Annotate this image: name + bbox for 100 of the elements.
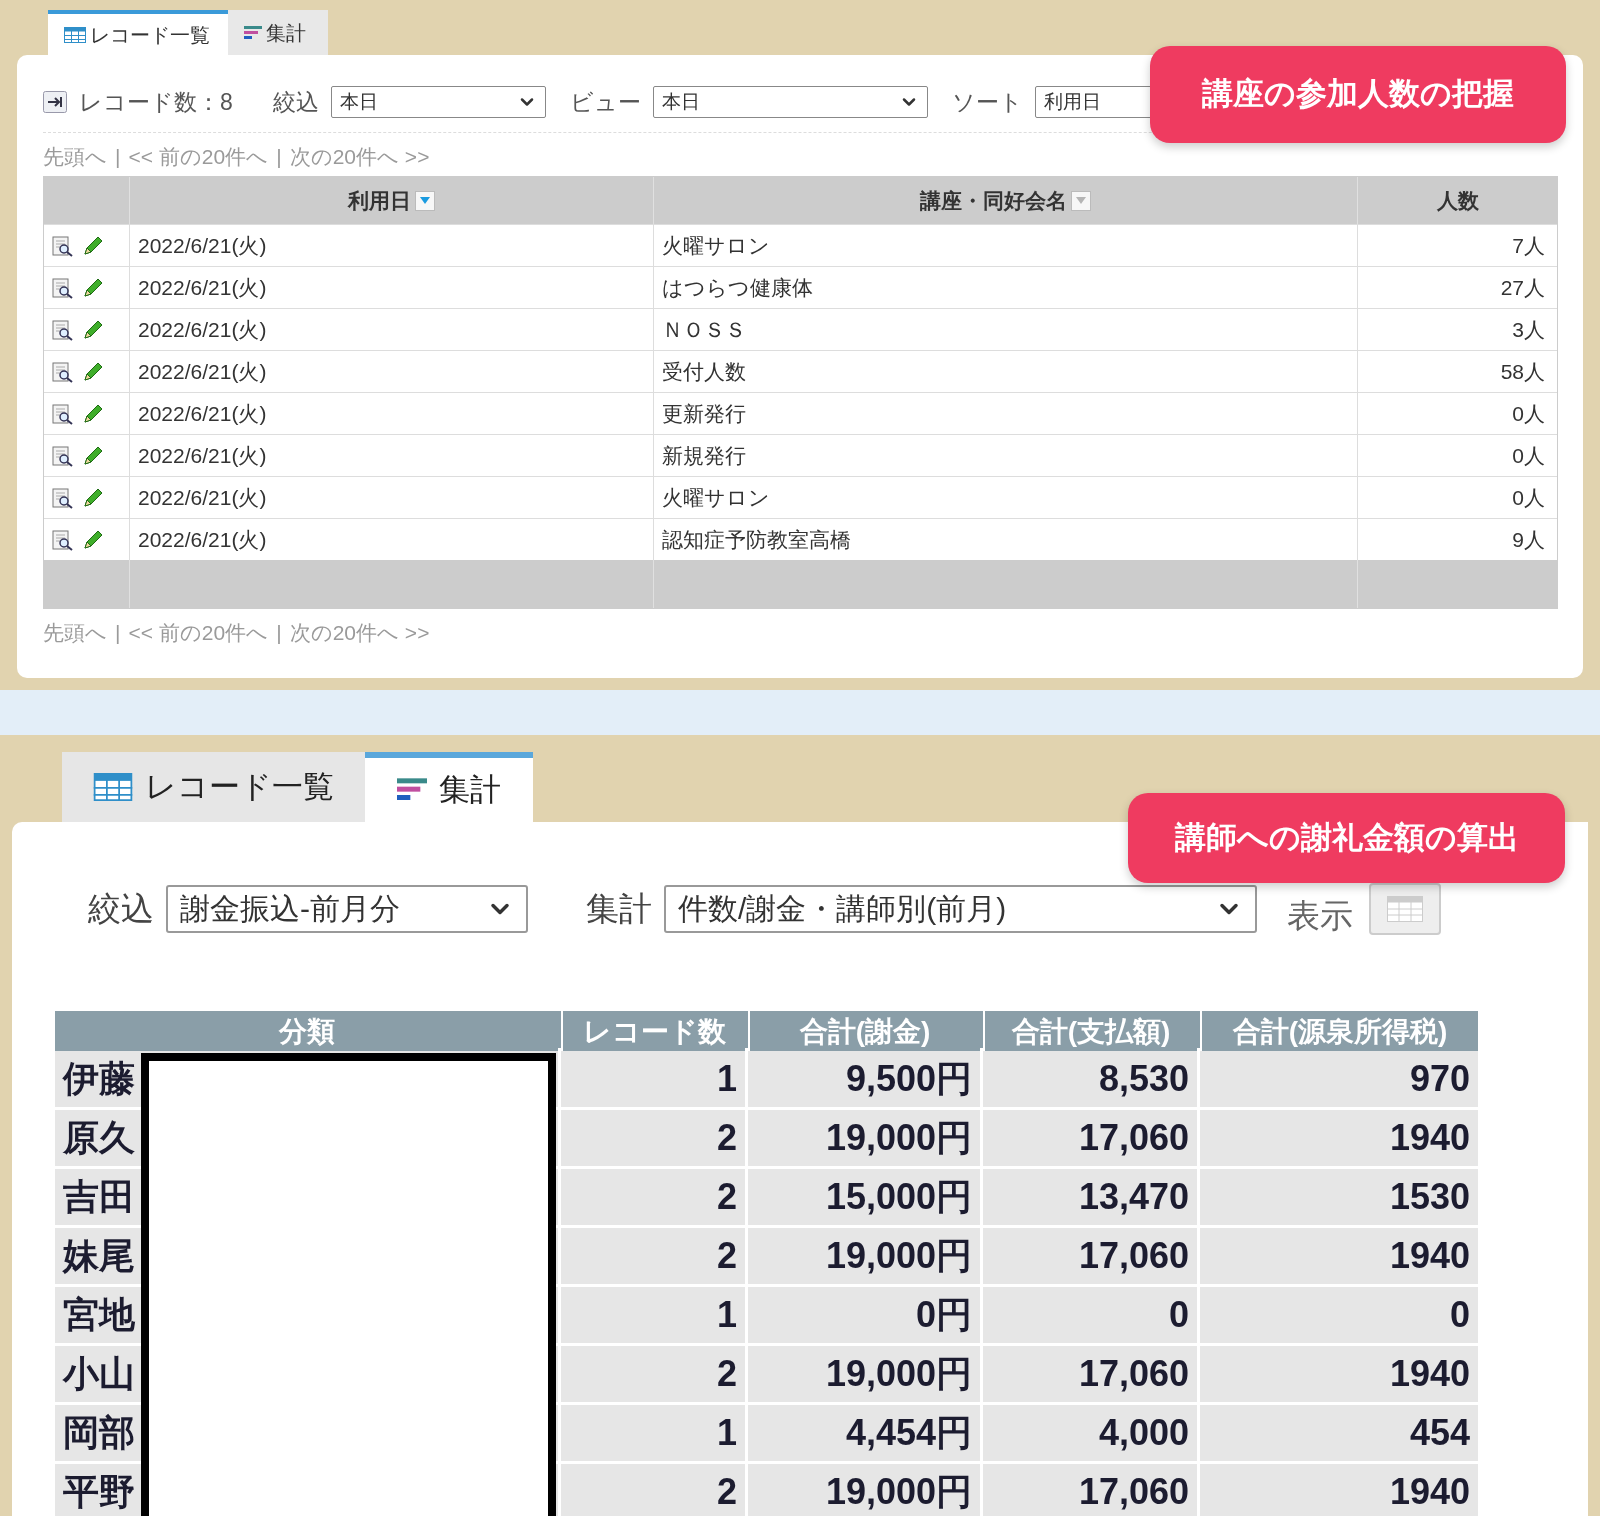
table-icon xyxy=(93,773,133,801)
table-cell-text: 15,000円 xyxy=(825,1174,972,1219)
column-header: 利用日 xyxy=(348,187,411,214)
pager-separator: | xyxy=(276,620,282,646)
table-cell-text: 8,530 xyxy=(1098,1056,1189,1101)
pencil-icon[interactable] xyxy=(82,486,104,509)
table-cell-text: 2 xyxy=(716,1233,737,1278)
table-cell-text: 1 xyxy=(716,1410,737,1455)
pencil-icon[interactable] xyxy=(82,444,104,467)
magnifier-document-icon[interactable] xyxy=(52,318,74,341)
table-cell-text: 2 xyxy=(716,1351,737,1396)
pencil-icon[interactable] xyxy=(82,360,104,383)
table-cell-text: 原久 xyxy=(63,1115,135,1160)
table-cell-text: 0人 xyxy=(1512,400,1545,427)
dropdown-field[interactable]: 本日 xyxy=(330,86,546,119)
table-cell-text: 2022/6/21(火) xyxy=(138,232,267,259)
table-cell-text: 伊藤 xyxy=(63,1056,135,1101)
table-cell-text: 19,000円 xyxy=(825,1233,972,1278)
column-header: 人数 xyxy=(1436,187,1479,214)
table-cell-text: 454 xyxy=(1409,1410,1470,1455)
table-cell-text: ＮＯＳＳ xyxy=(662,316,746,343)
magnifier-document-icon[interactable] xyxy=(52,528,74,551)
filter-label: 絞込 xyxy=(88,889,154,929)
table-cell-text: 2 xyxy=(716,1469,737,1514)
table-cell-text: 17,060 xyxy=(1078,1233,1189,1278)
table-cell-text: 平野 xyxy=(63,1469,135,1514)
table-cell-text: 1530 xyxy=(1389,1174,1470,1219)
dropdown-field[interactable]: 謝金振込-前月分 xyxy=(166,884,528,933)
tab[interactable]: 集計 xyxy=(365,752,533,822)
pencil-icon[interactable] xyxy=(82,276,104,299)
pencil-icon[interactable] xyxy=(82,402,104,425)
export-icon[interactable] xyxy=(43,91,67,114)
dropdown-field[interactable]: 件数/謝金・講師別(前月) xyxy=(664,884,1257,933)
table-cell-text: 17,060 xyxy=(1078,1469,1189,1514)
table-cell-text: 2022/6/21(火) xyxy=(138,400,267,427)
table-cell-text: 火曜サロン xyxy=(662,484,770,511)
table-cell-text: 1940 xyxy=(1389,1469,1470,1514)
table-cell-text: 吉田 xyxy=(63,1174,135,1219)
column-header: 分類 xyxy=(278,1014,335,1049)
dropdown-field[interactable]: 本日 xyxy=(652,86,928,119)
table-cell-text: 新規発行 xyxy=(662,442,746,469)
bars-icon xyxy=(244,24,262,41)
pencil-icon[interactable] xyxy=(82,528,104,551)
table-cell-text: 0円 xyxy=(915,1292,972,1337)
table-cell-text: 17,060 xyxy=(1078,1115,1189,1160)
table-cell-text: 認知症予防教室高橋 xyxy=(662,526,851,553)
table-cell-text: 27人 xyxy=(1500,274,1545,301)
table-cell-text: 2022/6/21(火) xyxy=(138,526,267,553)
table-cell-text: 2022/6/21(火) xyxy=(138,442,267,469)
table-icon xyxy=(64,26,86,43)
column-header: レコード数 xyxy=(582,1014,726,1049)
table-cell-text: 17,060 xyxy=(1078,1351,1189,1396)
magnifier-document-icon[interactable] xyxy=(52,402,74,425)
table-cell-text: 宮地 xyxy=(63,1292,135,1337)
pager-separator: | xyxy=(115,143,121,170)
table-cell-text: 9人 xyxy=(1512,526,1545,553)
filter-label: 絞込 xyxy=(272,88,319,117)
table-cell-text: 1940 xyxy=(1389,1115,1470,1160)
table-cell-text: 19,000円 xyxy=(825,1115,972,1160)
table-cell-text: 受付人数 xyxy=(662,358,746,385)
table-cell-text: 0人 xyxy=(1512,442,1545,469)
grid-icon xyxy=(1387,895,1423,922)
tab[interactable]: レコード一覧 xyxy=(62,752,365,822)
tab[interactable]: 集計 xyxy=(228,10,328,55)
table-cell-text: 58人 xyxy=(1500,358,1545,385)
callout-tooltip: 講座の参加人数の把握 xyxy=(1150,46,1566,143)
table-cell-text: 0人 xyxy=(1512,484,1545,511)
table-cell-text: 0 xyxy=(1168,1292,1189,1337)
table-cell-text: 0 xyxy=(1449,1292,1470,1337)
table-cell-text: 2022/6/21(火) xyxy=(138,316,267,343)
magnifier-document-icon[interactable] xyxy=(52,360,74,383)
magnifier-document-icon[interactable] xyxy=(52,444,74,467)
table-cell-text: 更新発行 xyxy=(662,400,746,427)
table-cell-text: 1940 xyxy=(1389,1233,1470,1278)
magnifier-document-icon[interactable] xyxy=(52,234,74,257)
column-header: 合計(源泉所得税) xyxy=(1232,1014,1448,1049)
display-label: 表示 xyxy=(1287,896,1353,936)
pager-separator: | xyxy=(276,143,282,170)
table-cell-text: 小山 xyxy=(63,1351,135,1396)
filter-dropdown-icon[interactable] xyxy=(415,190,435,211)
magnifier-document-icon[interactable] xyxy=(52,486,74,509)
magnifier-document-icon[interactable] xyxy=(52,276,74,299)
table-cell-text: 19,000円 xyxy=(825,1351,972,1396)
table-cell-text: 4,000 xyxy=(1098,1410,1189,1455)
table-cell-text: 19,000円 xyxy=(825,1469,972,1514)
column-header: 合計(支払額) xyxy=(1011,1014,1171,1049)
table-cell-text: はつらつ健康体 xyxy=(662,274,813,301)
column-header: 合計(謝金) xyxy=(799,1014,931,1049)
tab[interactable]: レコード一覧 xyxy=(48,10,228,55)
table-cell-text: 2022/6/21(火) xyxy=(138,484,267,511)
filter-label: ソート xyxy=(951,88,1023,117)
pencil-icon[interactable] xyxy=(82,318,104,341)
pencil-icon[interactable] xyxy=(82,234,104,257)
filter-label: 集計 xyxy=(586,889,652,929)
table-cell-text: 9,500円 xyxy=(845,1056,972,1101)
table-cell-text: 2022/6/21(火) xyxy=(138,274,267,301)
table-cell-text: 1 xyxy=(716,1292,737,1337)
pager-separator: | xyxy=(115,620,121,646)
callout-tooltip: 講師への謝礼金額の算出 xyxy=(1128,793,1565,883)
table-cell-text: 2022/6/21(火) xyxy=(138,358,267,385)
